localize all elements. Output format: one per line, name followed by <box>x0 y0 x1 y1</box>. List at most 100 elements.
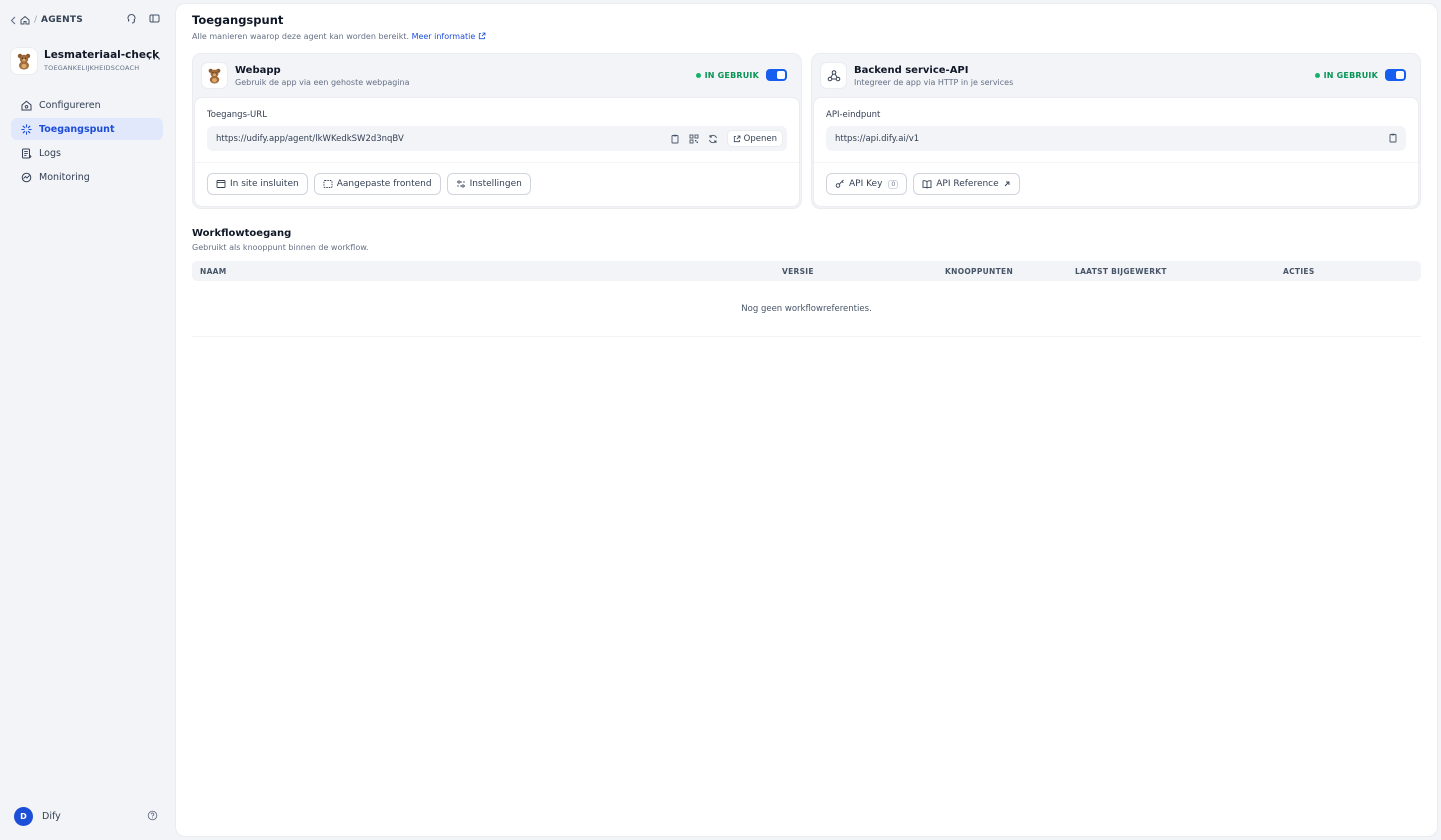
sidebar-item-label: Toegangspunt <box>39 123 115 135</box>
settings-button-label: Instellingen <box>469 179 522 189</box>
open-button[interactable]: Openen <box>726 130 783 147</box>
logs-icon <box>22 148 32 158</box>
divider <box>814 162 1418 163</box>
api-key-label: API Key <box>849 179 883 189</box>
webapp-toggle[interactable] <box>766 69 787 81</box>
sidebar-item-logs[interactable]: Logs <box>11 142 163 164</box>
external-link-icon <box>478 32 486 40</box>
teddy-bear-icon <box>208 68 221 84</box>
support-icon[interactable] <box>126 13 137 24</box>
webapp-description: Gebruik de app via een gehoste webpagina <box>235 78 410 87</box>
api-endpoint-field: https://api.dify.ai/v1 <box>826 126 1406 151</box>
custom-frontend-label: Aangepaste frontend <box>336 179 432 189</box>
webapp-card: Webapp Gebruik de app via een gehoste we… <box>192 53 802 209</box>
webapp-card-header: Webapp Gebruik de app via een gehoste we… <box>193 54 801 97</box>
access-url-field: https://udify.app/agent/lkWKedkSW2d3nqBV… <box>207 126 787 151</box>
breadcrumb: / AGENTS <box>10 13 83 27</box>
help-icon[interactable] <box>147 810 158 824</box>
breadcrumb-agents[interactable]: AGENTS <box>41 15 83 25</box>
sidebar-top-actions <box>126 13 160 24</box>
api-card-body: API-eindpunt https://api.dify.ai/v1 API … <box>813 97 1419 207</box>
custom-frontend-button[interactable]: Aangepaste frontend <box>313 173 441 195</box>
open-button-label: Openen <box>743 133 777 144</box>
custom-frontend-icon <box>323 180 333 188</box>
column-acties: ACTIES <box>1283 267 1315 276</box>
api-endpoint-label: API-eindpunt <box>826 110 881 120</box>
api-actions: API Key 0 API Reference <box>826 173 1020 195</box>
webapp-actions: In site insluiten Aangepaste frontend In… <box>207 173 531 195</box>
sidebar-item-monitoring[interactable]: Monitoring <box>11 166 163 188</box>
sliders-icon <box>456 180 465 188</box>
api-card: Backend service-API Integreer de app via… <box>811 53 1421 209</box>
status-dot-icon <box>695 73 701 78</box>
api-icon <box>820 62 847 89</box>
sidebar-collapse-icon[interactable] <box>149 13 160 24</box>
copy-icon[interactable] <box>670 134 680 144</box>
webapp-icon <box>201 62 228 89</box>
refresh-icon[interactable] <box>708 134 718 144</box>
page-title: Toegangspunt <box>192 13 284 27</box>
embed-button-label: In site insluiten <box>230 179 299 189</box>
column-naam: NAAM <box>200 267 227 276</box>
copy-icon[interactable] <box>1388 133 1398 143</box>
api-card-header: Backend service-API Integreer de app via… <box>812 54 1420 97</box>
more-info-link[interactable]: Meer informatie <box>412 32 486 41</box>
chevron-left-icon[interactable] <box>10 16 16 25</box>
settings-button[interactable]: Instellingen <box>446 173 531 195</box>
access-url-label: Toegangs-URL <box>207 110 267 120</box>
embed-button[interactable]: In site insluiten <box>207 173 308 195</box>
page-subtitle: Alle manieren waarop deze agent kan word… <box>192 32 486 41</box>
column-versie: VERSIE <box>782 267 814 276</box>
webapp-title: Webapp <box>235 65 281 76</box>
app-name: Lesmateriaal-check <box>44 49 160 61</box>
main-panel: Toegangspunt Alle manieren waarop deze a… <box>175 3 1438 837</box>
divider <box>195 162 799 163</box>
access-point-icon <box>21 123 32 135</box>
api-key-button[interactable]: API Key 0 <box>826 173 908 195</box>
api-status-badge: IN GEBRUIK <box>1314 71 1378 80</box>
api-description: Integreer de app via HTTP in je services <box>854 78 1014 87</box>
api-toggle[interactable] <box>1385 69 1406 81</box>
api-reference-button[interactable]: API Reference <box>913 173 1020 195</box>
breadcrumb-separator: / <box>34 15 38 25</box>
more-options-icon[interactable]: ··· <box>148 52 162 66</box>
home-icon[interactable] <box>20 15 30 25</box>
column-knooppunten: KNOOPPUNTEN <box>945 267 1014 276</box>
status-label: IN GEBRUIK <box>1323 71 1378 80</box>
webapp-status-badge: IN GEBRUIK <box>695 71 759 80</box>
api-title: Backend service-API <box>854 65 969 76</box>
webhook-icon <box>827 69 840 81</box>
status-dot-icon <box>1314 73 1320 78</box>
user-menu[interactable]: D Dify <box>14 806 160 826</box>
app-card[interactable]: Lesmateriaal-check TOEGANKELIJKHEIDSCOAC… <box>10 46 166 76</box>
sidebar: / AGENTS Lesmateriaal-check TOEGANKELIJK… <box>0 0 172 840</box>
page-subtitle-text: Alle manieren waarop deze agent kan word… <box>192 32 410 41</box>
app-subtitle: TOEGANKELIJKHEIDSCOACH <box>44 64 140 72</box>
home-gear-icon <box>21 100 32 110</box>
user-name: Dify <box>42 810 61 822</box>
embed-window-icon <box>216 180 226 188</box>
column-laatst-bijgewerkt: LAATST BIJGEWERKT <box>1075 267 1167 276</box>
monitoring-icon <box>21 172 32 182</box>
api-url-actions <box>1388 133 1398 143</box>
table-empty-state: Nog geen workflowreferenties. <box>192 281 1421 337</box>
workflow-table: NAAM VERSIE KNOOPPUNTEN LAATST BIJGEWERK… <box>192 261 1421 337</box>
arrow-up-right-icon <box>1004 181 1010 187</box>
sidebar-item-label: Configureren <box>39 99 101 111</box>
access-url-value: https://udify.app/agent/lkWKedkSW2d3nqBV <box>216 133 404 144</box>
sidebar-item-toegangspunt[interactable]: Toegangspunt <box>11 118 163 140</box>
webapp-card-body: Toegangs-URL https://udify.app/agent/lkW… <box>194 97 800 207</box>
table-header: NAAM VERSIE KNOOPPUNTEN LAATST BIJGEWERK… <box>192 261 1421 281</box>
workflow-title: Workflowtoegang <box>192 228 292 239</box>
api-endpoint-value: https://api.dify.ai/v1 <box>835 133 920 144</box>
sidebar-item-configureren[interactable]: Configureren <box>11 94 163 116</box>
key-icon <box>835 179 844 188</box>
api-key-count-badge: 0 <box>888 179 899 189</box>
teddy-bear-icon <box>17 53 31 70</box>
workflow-subtitle: Gebruikt als knooppunt binnen de workflo… <box>192 243 369 252</box>
qr-code-icon[interactable] <box>689 134 699 144</box>
sidebar-item-label: Monitoring <box>39 171 90 183</box>
external-link-icon <box>733 135 741 142</box>
app-avatar <box>10 47 38 75</box>
api-reference-label: API Reference <box>936 179 999 189</box>
